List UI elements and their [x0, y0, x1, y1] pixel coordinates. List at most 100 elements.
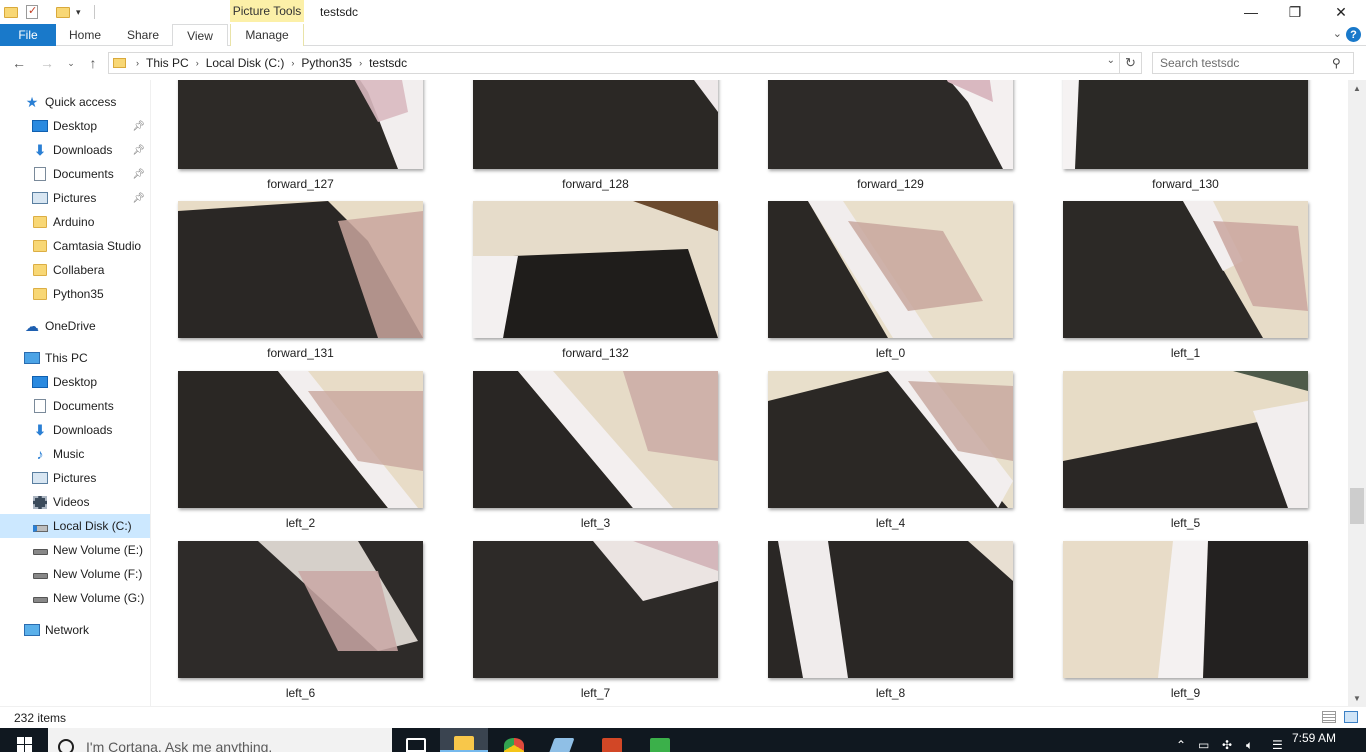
task-view-button[interactable]	[392, 728, 440, 752]
image-thumbnail[interactable]	[178, 80, 423, 169]
back-arrow-icon[interactable]: ←	[10, 54, 28, 72]
file-tile[interactable]: left_7	[473, 541, 718, 706]
network-tray-icon[interactable]: ▭	[1198, 738, 1209, 752]
file-name[interactable]: forward_128	[473, 177, 718, 191]
start-button[interactable]	[0, 728, 48, 752]
sidebar-item-collabera[interactable]: Collabera	[0, 258, 150, 282]
image-thumbnail[interactable]	[178, 541, 423, 678]
file-tile[interactable]: forward_127	[178, 80, 423, 202]
app-taskbar-button[interactable]	[538, 728, 586, 752]
image-thumbnail[interactable]	[768, 80, 1013, 169]
image-thumbnail[interactable]	[473, 80, 718, 169]
sidebar-item-music[interactable]: ♪ Music	[0, 442, 150, 466]
help-icon[interactable]: ?	[1346, 27, 1361, 42]
forward-arrow-icon[interactable]: →	[38, 54, 56, 72]
sidebar-item-onedrive[interactable]: ☁ OneDrive	[0, 314, 150, 338]
vertical-scrollbar[interactable]: ▲ ▼	[1348, 80, 1366, 706]
sidebar-item-pictures[interactable]: Pictures	[0, 466, 150, 490]
sidebar-item-network[interactable]: Network	[0, 618, 150, 642]
sidebar-item-desktop[interactable]: Desktop 📌︎	[0, 114, 150, 138]
file-tile[interactable]: forward_132	[473, 201, 718, 371]
image-thumbnail[interactable]	[1063, 371, 1308, 508]
sidebar-item-new-volume-g[interactable]: New Volume (G:)	[0, 586, 150, 610]
file-tile[interactable]: left_8	[768, 541, 1013, 706]
file-tile[interactable]: left_3	[473, 371, 718, 541]
tab-view[interactable]: View	[172, 24, 228, 47]
image-thumbnail[interactable]	[1063, 80, 1308, 169]
customize-quick-access-chevron-down-icon[interactable]: ▾	[76, 4, 81, 20]
folder-icon[interactable]	[4, 4, 18, 20]
file-name[interactable]: forward_127	[178, 177, 423, 191]
volume-icon[interactable]: 🔈︎	[1246, 738, 1253, 752]
search-input[interactable]	[1153, 56, 1328, 70]
breadcrumb-local-disk[interactable]: Local Disk (C:)	[201, 56, 290, 70]
file-name[interactable]: left_4	[768, 516, 1013, 530]
file-name[interactable]: forward_132	[473, 346, 718, 360]
notifications-icon[interactable]: ☰	[1272, 738, 1283, 752]
sidebar-item-camtasia-studio[interactable]: Camtasia Studio	[0, 234, 150, 258]
file-tile[interactable]: left_1	[1063, 201, 1308, 371]
file-name[interactable]: left_3	[473, 516, 718, 530]
file-name[interactable]: forward_130	[1063, 177, 1308, 191]
file-tile[interactable]: left_9	[1063, 541, 1308, 706]
sidebar-item-new-volume-e[interactable]: New Volume (E:)	[0, 538, 150, 562]
file-tile[interactable]: forward_131	[178, 201, 423, 371]
sidebar-item-pictures[interactable]: Pictures 📌︎	[0, 186, 150, 210]
chevron-right-icon[interactable]: ›	[134, 58, 141, 68]
file-name[interactable]: left_0	[768, 346, 1013, 360]
image-thumbnail[interactable]	[1063, 541, 1308, 678]
expand-ribbon-chevron-down-icon[interactable]: ⌄	[1333, 27, 1342, 40]
chrome-taskbar-button[interactable]	[490, 728, 538, 752]
show-hidden-icons-chevron-up-icon[interactable]: ⌃	[1176, 738, 1186, 752]
search-icon[interactable]: ⚲	[1332, 56, 1341, 70]
pin-icon[interactable]: 📌︎	[132, 121, 145, 132]
file-tile[interactable]: left_0	[768, 201, 1013, 371]
file-name[interactable]: left_9	[1063, 686, 1308, 700]
scrollbar-thumb[interactable]	[1350, 488, 1364, 524]
search-box[interactable]: ⚲	[1152, 52, 1354, 74]
pin-icon[interactable]: 📌︎	[132, 193, 145, 204]
address-bar[interactable]: › This PC › Local Disk (C:) › Python35 ›…	[108, 52, 1120, 74]
file-name[interactable]: left_8	[768, 686, 1013, 700]
file-tile[interactable]: left_6	[178, 541, 423, 706]
file-name[interactable]: forward_131	[178, 346, 423, 360]
powerpoint-taskbar-button[interactable]	[588, 728, 636, 752]
chevron-right-icon[interactable]: ›	[194, 58, 201, 68]
close-button[interactable]: ✕	[1318, 0, 1364, 24]
properties-icon[interactable]	[26, 4, 38, 20]
up-arrow-icon[interactable]: ↑	[84, 54, 102, 72]
file-name[interactable]: left_6	[178, 686, 423, 700]
sidebar-item-documents[interactable]: Documents 📌︎	[0, 162, 150, 186]
chevron-right-icon[interactable]: ›	[357, 58, 364, 68]
file-tile[interactable]: left_2	[178, 371, 423, 541]
details-view-icon[interactable]	[1322, 711, 1336, 723]
image-thumbnail[interactable]	[768, 201, 1013, 338]
refresh-icon[interactable]: ↻	[1120, 52, 1142, 74]
file-explorer-taskbar-button[interactable]	[440, 728, 488, 752]
sidebar-item-local-disk-c[interactable]: Local Disk (C:)	[0, 514, 150, 538]
breadcrumb-python35[interactable]: Python35	[296, 56, 357, 70]
breadcrumb-testsdc[interactable]: testsdc	[364, 56, 412, 70]
maximize-button[interactable]: ❐	[1272, 0, 1318, 24]
minimize-button[interactable]: —	[1228, 0, 1274, 24]
cortana-search-box[interactable]: I'm Cortana. Ask me anything.	[48, 728, 392, 752]
tab-file[interactable]: File	[0, 24, 56, 46]
sidebar-item-quick-access[interactable]: ★ Quick access	[0, 90, 150, 114]
image-thumbnail[interactable]	[768, 371, 1013, 508]
sidebar-item-documents[interactable]: Documents	[0, 394, 150, 418]
image-thumbnail[interactable]	[178, 201, 423, 338]
camtasia-taskbar-button[interactable]	[636, 728, 684, 752]
sidebar-item-this-pc[interactable]: This PC	[0, 346, 150, 370]
tab-share[interactable]: Share	[118, 24, 168, 46]
image-thumbnail[interactable]	[473, 541, 718, 678]
sidebar-item-new-volume-f[interactable]: New Volume (F:)	[0, 562, 150, 586]
new-folder-icon[interactable]	[56, 4, 70, 20]
tab-manage[interactable]: Manage	[230, 24, 304, 46]
image-thumbnail[interactable]	[473, 201, 718, 338]
file-name[interactable]: left_7	[473, 686, 718, 700]
pin-icon[interactable]: 📌︎	[132, 169, 145, 180]
file-tile[interactable]: left_5	[1063, 371, 1308, 541]
sidebar-item-videos[interactable]: Videos	[0, 490, 150, 514]
chevron-right-icon[interactable]: ›	[289, 58, 296, 68]
large-icons-view-icon[interactable]	[1344, 711, 1358, 723]
